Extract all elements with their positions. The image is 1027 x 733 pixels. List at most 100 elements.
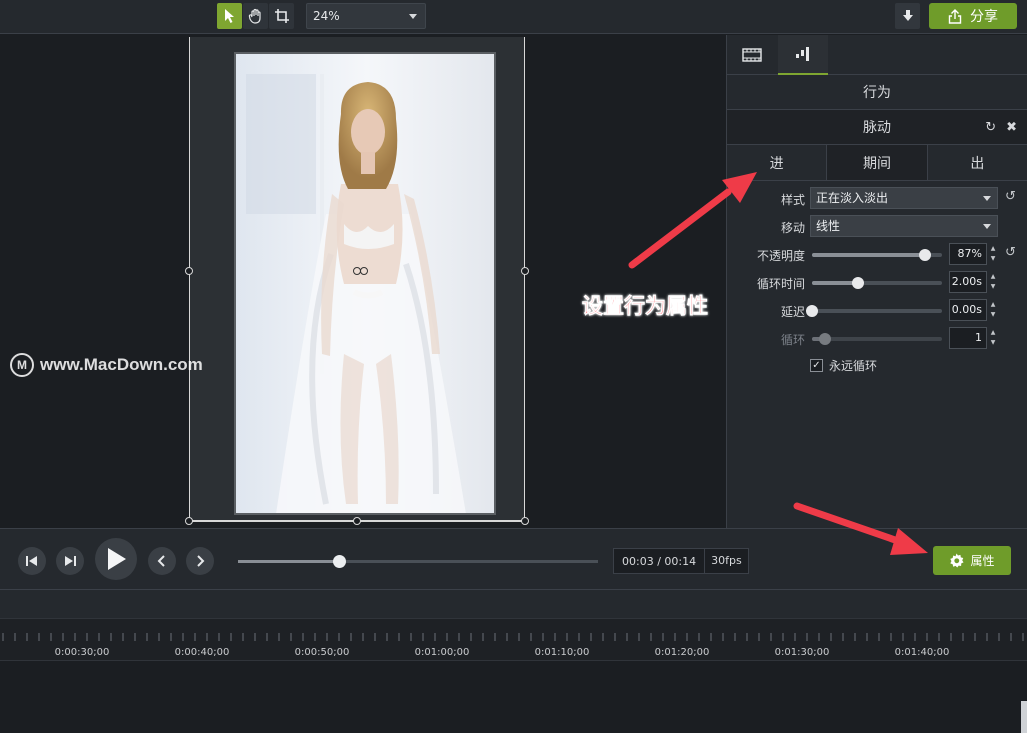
ruler-tick-label: 0:01:30;00: [774, 647, 830, 658]
movement-value: 线性: [816, 219, 841, 233]
select-tool-button[interactable]: [217, 3, 242, 29]
crop-tool-button[interactable]: [269, 3, 294, 29]
style-row: 样式 正在淡入淡出 ↺: [727, 187, 1027, 211]
step-forward-button[interactable]: [56, 547, 84, 575]
cycle-time-input[interactable]: 2.00s: [949, 271, 987, 293]
next-button[interactable]: [186, 547, 214, 575]
center-anchor-handle-2[interactable]: [360, 267, 368, 275]
ruler-tick-label: 0:00:40;00: [174, 647, 230, 658]
opacity-slider-knob[interactable]: [919, 249, 932, 261]
resize-handle-left[interactable]: [185, 267, 193, 275]
delay-label: 延迟: [780, 305, 805, 319]
opacity-stepper[interactable]: ▲ ▼: [989, 244, 997, 264]
zoom-value: 24%: [313, 9, 340, 23]
timeline-track-area[interactable]: [0, 660, 1027, 733]
forever-loop-checkbox-group[interactable]: ✓ 永远循环: [810, 357, 877, 374]
forever-loop-checkbox[interactable]: ✓: [810, 359, 823, 372]
loop-row: 循环 1 ▲ ▼: [727, 327, 1027, 351]
delay-slider[interactable]: [806, 305, 942, 317]
properties-button[interactable]: 属性: [933, 546, 1011, 575]
reset-icon[interactable]: ↺: [1005, 189, 1016, 204]
cycle-time-slider-fill: [812, 281, 858, 285]
effect-header: 脉动 ↻ ✖: [727, 110, 1027, 145]
style-label: 样式: [780, 193, 805, 207]
play-button[interactable]: [95, 538, 137, 580]
effect-controls: ↻ ✖: [985, 120, 1017, 135]
section-title-text: 行为: [863, 85, 891, 101]
cycle-time-stepper[interactable]: ▲ ▼: [989, 272, 997, 292]
macdown-logo-icon: M: [10, 353, 34, 377]
scrubber-knob[interactable]: [332, 555, 346, 568]
ruler-tick-label: 0:00:30;00: [54, 647, 110, 658]
gear-icon: [950, 553, 965, 568]
opacity-input[interactable]: 87%: [949, 243, 987, 265]
tab-phase-out[interactable]: 出: [928, 145, 1027, 180]
tab-phase-during[interactable]: 期间: [827, 145, 928, 180]
share-label: 分享: [970, 9, 998, 25]
style-dropdown[interactable]: 正在淡入淡出: [810, 187, 998, 209]
share-icon: [948, 8, 962, 24]
ruler-tick-label: 0:00:50;00: [294, 647, 350, 658]
delay-stepper[interactable]: ▲ ▼: [989, 300, 997, 320]
opacity-slider-fill: [812, 253, 926, 257]
cycle-time-slider[interactable]: [812, 277, 942, 289]
movement-dropdown[interactable]: 线性: [810, 215, 998, 237]
annotation-label: 设置行为属性: [582, 294, 709, 319]
previous-button[interactable]: [148, 547, 176, 575]
resize-handle-bottom-left[interactable]: [185, 517, 193, 525]
reset-icon[interactable]: ↻: [985, 120, 996, 135]
download-arrow-icon: [902, 10, 913, 21]
close-icon[interactable]: ✖: [1006, 120, 1017, 135]
ruler-tick-label: 0:01:40;00: [894, 647, 950, 658]
film-icon: [742, 48, 762, 62]
step-forward-icon: [65, 556, 76, 566]
section-title: 行为: [727, 75, 1027, 110]
pan-tool-button[interactable]: [243, 3, 268, 29]
resize-handle-bottom-right[interactable]: [521, 517, 529, 525]
chevron-down-icon: [409, 14, 417, 19]
cycle-time-label: 循环时间: [756, 277, 805, 291]
style-value: 正在淡入淡出: [816, 191, 889, 205]
timeline-scrubber[interactable]: [238, 555, 598, 568]
delay-slider-knob[interactable]: [806, 305, 818, 317]
watermark-text: www.MacDown.com: [40, 355, 203, 374]
download-button[interactable]: [895, 3, 920, 29]
step-back-button[interactable]: [18, 547, 46, 575]
timeline-ruler[interactable]: 0:00:30;00 0:00:40;00 0:00:50;00 0:01:00;00…: [0, 618, 1027, 660]
opacity-slider[interactable]: [812, 249, 942, 261]
properties-panel: 行为 脉动 ↻ ✖ 进 期间 出 样式 正在淡入淡出 ↺ 移动 线性 不透明度: [727, 35, 1027, 528]
cycle-time-slider-knob[interactable]: [851, 277, 864, 289]
delay-input[interactable]: 0.00s: [949, 299, 987, 321]
scrubber-progress: [238, 560, 339, 563]
loop-stepper[interactable]: ▲ ▼: [989, 328, 997, 348]
woman-in-white-dress-image: [236, 54, 494, 513]
loop-slider[interactable]: [812, 333, 942, 345]
time-readout: 00:03 / 00:14: [622, 554, 697, 568]
preview-canvas[interactable]: M www.MacDown.com: [0, 35, 727, 528]
tab-behaviors[interactable]: [778, 35, 828, 75]
fps-readout: 30fps: [704, 549, 748, 573]
tab-phase-in[interactable]: 进: [727, 145, 828, 180]
playhead-marker[interactable]: [1021, 701, 1027, 733]
chevron-right-icon: [197, 555, 205, 567]
resize-handle-bottom[interactable]: [353, 517, 361, 525]
chevron-down-icon: [983, 224, 991, 229]
top-toolbar: 24% 分享: [0, 0, 1027, 34]
resize-handle-right[interactable]: [521, 267, 529, 275]
zoom-dropdown[interactable]: 24%: [306, 3, 426, 29]
watermark: M www.MacDown.com: [10, 353, 203, 377]
ruler-tick-label: 0:01:00;00: [414, 647, 470, 658]
loop-slider-knob[interactable]: [819, 333, 831, 345]
loop-input[interactable]: 1: [949, 327, 987, 349]
opacity-label: 不透明度: [756, 249, 805, 263]
movement-row: 移动 线性: [727, 215, 1027, 239]
opacity-row: 不透明度 87% ▲ ▼ ↺: [727, 243, 1027, 267]
playback-controls: 00:03 / 00:14 30fps 属性: [0, 528, 1027, 590]
share-button[interactable]: 分享: [929, 3, 1017, 29]
delay-row: 延迟 0.00s ▲ ▼: [727, 299, 1027, 323]
cycle-time-row: 循环时间 2.00s ▲ ▼: [727, 271, 1027, 295]
tab-visual-properties[interactable]: [727, 35, 777, 75]
loop-label: 循环: [780, 333, 805, 347]
video-preview-image[interactable]: [234, 52, 496, 515]
reset-icon[interactable]: ↺: [1005, 245, 1016, 260]
